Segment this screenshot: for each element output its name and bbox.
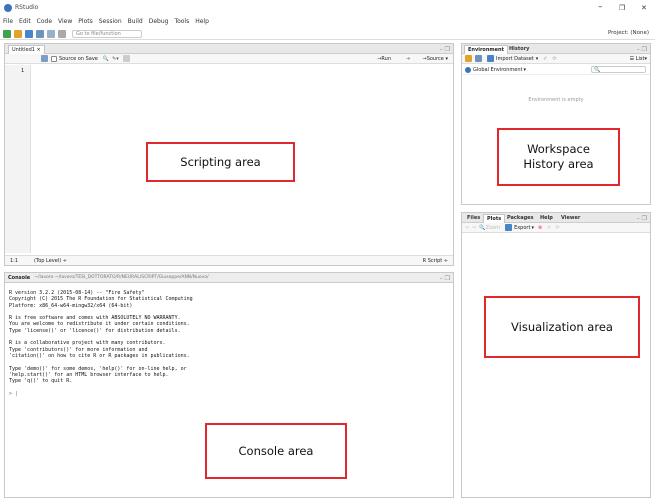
console-header: Console ~/lavoro ~/lavoro/TESI_DOTTORATO… [5, 273, 453, 283]
files-tabstrip: Files Plots Packages Help Viewer – ❐ [462, 213, 650, 223]
save-all-icon[interactable] [47, 29, 55, 38]
pane-minmax-icon[interactable]: – ❐ [637, 215, 647, 222]
main-toolbar: Go to file/function Project: (None) [0, 28, 655, 40]
visualization-area-annotation: Visualization area [484, 296, 640, 358]
code-tools-icon[interactable]: ✎▾ [112, 56, 119, 62]
refresh-icon[interactable]: ⟳ [552, 56, 556, 62]
menu-plots[interactable]: Plots [78, 18, 92, 25]
tab-history[interactable]: History [506, 45, 532, 54]
tab-untitled1[interactable]: Untitled1 × [8, 45, 45, 54]
plot-viewer [462, 234, 650, 496]
rstudio-logo-icon [4, 4, 12, 12]
clear-plots-icon[interactable]: ✐ [547, 225, 551, 231]
export-icon [505, 224, 513, 231]
rerun-icon[interactable]: ⇥ [406, 56, 410, 62]
close-button[interactable]: ✕ [641, 4, 647, 12]
environment-scope-bar: Global Environment ▾ 🔍 [462, 65, 650, 75]
scripting-area-annotation: Scripting area [146, 142, 295, 182]
working-directory: ~/lavoro ~/lavoro/TESI_DOTTORATO/R/NEURA… [34, 275, 209, 280]
tab-packages[interactable]: Packages [504, 214, 537, 223]
menu-bar: File Edit Code View Plots Session Build … [0, 16, 655, 27]
console-label[interactable]: Console [8, 275, 30, 281]
zoom-button[interactable]: 🔍Zoom [479, 225, 500, 231]
tab-plots[interactable]: Plots [483, 214, 506, 223]
project-menu[interactable]: Project: (None) [608, 30, 649, 36]
source-on-save-checkbox[interactable] [51, 55, 57, 62]
goto-file-input[interactable]: Go to file/function [72, 29, 142, 38]
new-file-icon[interactable] [3, 29, 11, 38]
environment-toolbar: Import Dataset ▾ ✐ ⟳ ☰ List▾ [462, 54, 650, 64]
scope-selector[interactable]: (Top Level) ÷ [34, 258, 67, 264]
menu-debug[interactable]: Debug [149, 18, 169, 25]
document-outline-icon[interactable] [122, 55, 130, 62]
tab-files[interactable]: Files [464, 214, 483, 223]
list-label: List [635, 56, 645, 62]
line-number: 1 [21, 68, 25, 74]
editor-status-bar: 1:1 (Top Level) ÷ R Script ÷ [5, 255, 453, 265]
zoom-label: Zoom [485, 224, 501, 231]
print-icon[interactable] [58, 29, 66, 38]
refresh-icon[interactable]: ⟳ [555, 225, 559, 231]
forward-arrow-icon[interactable]: ⇨ [472, 225, 476, 231]
tab-help[interactable]: Help [537, 214, 556, 223]
source-label: Source [426, 56, 444, 62]
source-on-save-label: Source on Save [59, 55, 98, 62]
search-icon[interactable]: 🔍 [103, 56, 109, 62]
minimize-button[interactable]: – [598, 2, 603, 12]
import-dataset-icon[interactable] [487, 55, 494, 62]
environment-empty-message: Environment is empty [528, 97, 584, 103]
broom-icon[interactable]: ✐ [543, 56, 547, 62]
menu-code[interactable]: Code [37, 18, 52, 25]
maximize-button[interactable]: ❐ [619, 4, 625, 12]
pane-minmax-icon[interactable]: – ❐ [440, 46, 450, 53]
export-button[interactable]: Export [514, 225, 530, 231]
console-area-annotation: Console area [205, 423, 347, 479]
source-button[interactable]: →Source ▾ [423, 56, 449, 62]
import-dataset-button[interactable]: Import Dataset [496, 56, 534, 62]
cursor-position: 1:1 [10, 257, 19, 264]
remove-plot-icon[interactable]: ⊗ [538, 225, 542, 231]
source-tabstrip: Untitled1 × – ❐ [5, 44, 453, 54]
list-view-selector[interactable]: ☰ List▾ [630, 56, 647, 62]
environment-search-input[interactable]: 🔍 [591, 66, 646, 73]
environment-tabstrip: Environment History – ❐ [462, 44, 650, 54]
global-environment-selector[interactable]: Global Environment [473, 67, 522, 73]
back-arrow-icon[interactable]: ⇦ [465, 225, 469, 231]
console-line: > | [9, 390, 19, 397]
r-globe-icon [465, 66, 471, 73]
menu-build[interactable]: Build [128, 18, 143, 25]
run-label: Run [381, 56, 391, 62]
file-type-selector[interactable]: R Script ÷ [423, 258, 448, 264]
menu-tools[interactable]: Tools [174, 18, 189, 25]
menu-file[interactable]: File [3, 18, 13, 25]
pane-minmax-icon[interactable]: – ❐ [637, 46, 647, 53]
workspace-history-annotation: Workspace History area [497, 128, 620, 186]
menu-session[interactable]: Session [99, 18, 122, 25]
save-workspace-icon[interactable] [475, 55, 482, 62]
menu-edit[interactable]: Edit [19, 18, 31, 25]
window-title: RStudio [15, 4, 39, 11]
load-workspace-icon[interactable] [465, 55, 472, 62]
title-bar: RStudio – ❐ ✕ [0, 0, 655, 16]
menu-help[interactable]: Help [195, 18, 209, 25]
tab-environment[interactable]: Environment [464, 45, 508, 54]
save-icon[interactable] [36, 29, 44, 38]
source-toolbar: Source on Save 🔍 ✎▾ →Run ⇥ →Source ▾ [5, 54, 453, 64]
pane-minmax-icon[interactable]: – ❐ [440, 275, 450, 282]
line-gutter: 1 [5, 65, 31, 253]
save-icon[interactable] [41, 55, 48, 62]
new-project-icon[interactable] [14, 29, 22, 38]
open-file-icon[interactable] [25, 29, 33, 38]
tab-viewer[interactable]: Viewer [558, 214, 583, 223]
plots-toolbar: ⇦ ⇨ 🔍Zoom Export ▾ ⊗ ✐ ⟳ [462, 223, 650, 233]
menu-view[interactable]: View [58, 18, 72, 25]
run-button[interactable]: →Run [377, 56, 391, 62]
